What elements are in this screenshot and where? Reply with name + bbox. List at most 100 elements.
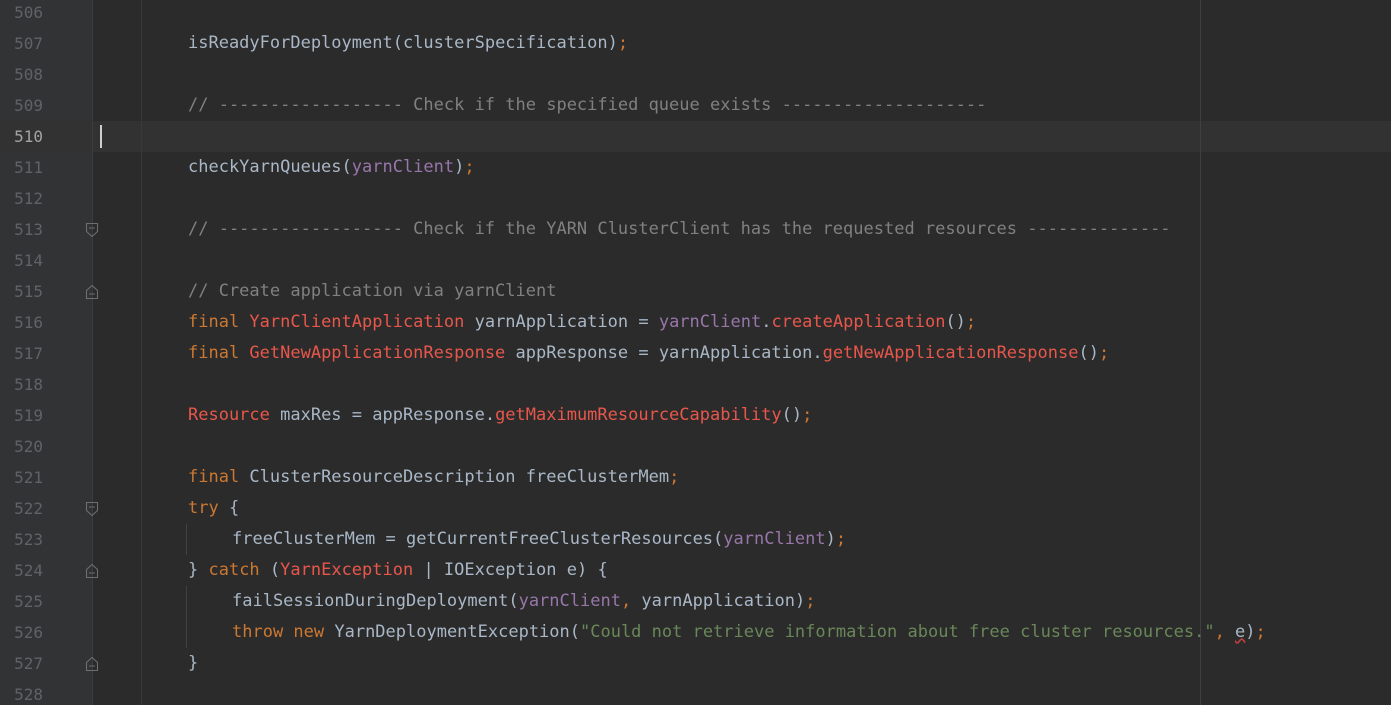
code-text[interactable]: final GetNewApplicationResponse appRespo… [188,338,1109,369]
code-token: ; [617,33,629,53]
line-number[interactable]: 528 [0,679,43,705]
code-line[interactable]: 510 [0,121,1391,152]
line-number[interactable]: 511 [0,152,43,183]
code-line[interactable]: 527} [0,648,1391,679]
line-number[interactable]: 526 [0,617,43,648]
code-line[interactable]: 517 final GetNewApplicationResponse appRe… [0,338,1391,369]
code-token: yarnApplication = [464,312,659,332]
code-token: ) [454,157,465,177]
code-line[interactable]: 526 throw new YarnDeploymentException("Co… [0,617,1391,648]
code-token: ; [1098,343,1110,363]
code-text[interactable]: freeClusterMem = getCurrentFreeClusterRe… [232,524,846,555]
fold-start-icon[interactable] [85,501,99,517]
code-line[interactable]: 508 [0,59,1391,90]
code-line[interactable]: 521 final ClusterResourceDescription free… [0,462,1391,493]
line-number[interactable]: 527 [0,648,43,679]
code-line[interactable]: 524 } catch (YarnException | IOException … [0,555,1391,586]
code-token: yarnApplication) [641,591,806,611]
code-line[interactable]: 506 [0,0,1391,28]
code-text[interactable]: failSessionDuringDeployment(yarnClient, … [232,586,815,617]
code-token: failSessionDuringDeployment( [232,591,519,611]
line-number[interactable]: 521 [0,462,43,493]
code-text[interactable]: // Create application via yarnClient [188,276,556,307]
line-number[interactable]: 506 [0,0,43,28]
code-text[interactable]: throw new YarnDeploymentException("Could… [232,617,1266,648]
code-token: | IOException e) { [413,560,608,580]
code-token: ( [341,157,352,177]
code-token: clusterSpecification [402,33,608,53]
code-line[interactable]: 519 Resource maxRes = appResponse.getMaxi… [0,400,1391,431]
line-number[interactable]: 514 [0,245,43,276]
line-number[interactable]: 508 [0,59,43,90]
code-text[interactable]: isReadyForDeployment(clusterSpecificatio… [188,28,628,59]
code-text[interactable]: // ------------------ Check if the YARN … [188,214,1171,245]
code-editor[interactable]: 506 507 isReadyForDeployment(clusterSpecif… [0,0,1391,705]
code-token: final [188,467,250,487]
code-token: . [761,312,772,332]
line-number[interactable]: 513 [0,214,43,245]
code-token: // ------------------ Check if the speci… [188,95,987,115]
line-number[interactable]: 520 [0,431,43,462]
code-line[interactable]: 511 checkYarnQueues(yarnClient); [0,152,1391,183]
code-token: YarnClientApplication [249,312,465,332]
code-token: yarnClient [518,591,621,611]
code-token: ) [607,33,618,53]
code-token: ; [464,157,475,177]
fold-start-icon[interactable] [85,222,99,238]
code-text[interactable]: Resource maxRes = appResponse.getMaximum… [188,400,812,431]
code-token: // ------------------ Check if the YARN … [188,219,1171,239]
code-token: e [1235,622,1246,642]
code-line[interactable]: 528 [0,679,1391,705]
code-token: yarnClient [351,157,455,177]
line-number[interactable]: 507 [0,28,43,59]
code-line[interactable]: 518 [0,369,1391,400]
code-text[interactable]: // ------------------ Check if the speci… [188,90,986,121]
code-line[interactable]: 522 try { [0,493,1391,524]
line-number[interactable]: 510 [0,121,43,152]
code-token: ; [835,529,847,549]
code-line[interactable]: 523 freeClusterMem = getCurrentFreeCluste… [0,524,1391,555]
line-number[interactable]: 524 [0,555,43,586]
code-line[interactable]: 512 [0,183,1391,214]
code-line[interactable]: 516 final YarnClientApplication yarnAppli… [0,307,1391,338]
code-text[interactable]: try { [188,493,239,524]
code-text[interactable]: } [188,648,198,679]
code-token: () [781,405,803,425]
line-number[interactable]: 522 [0,493,43,524]
code-line[interactable]: 525 failSessionDuringDeployment(yarnClien… [0,586,1391,617]
code-token: , [620,591,642,611]
code-token: isReadyForDeployment [188,33,393,53]
code-token: final [188,312,250,332]
code-token: checkYarnQueues [188,157,342,177]
fold-end-icon[interactable] [85,563,99,579]
line-number[interactable]: 523 [0,524,43,555]
code-text[interactable]: } catch (YarnException | IOException e) … [188,555,608,586]
code-line[interactable]: 509 // ------------------ Check if the sp… [0,90,1391,121]
code-token: ; [965,312,977,332]
line-number[interactable]: 515 [0,276,43,307]
line-number[interactable]: 509 [0,90,43,121]
text-caret [100,125,102,148]
line-number[interactable]: 516 [0,307,43,338]
code-line[interactable]: 515 // Create application via yarnClient [0,276,1391,307]
line-number[interactable]: 517 [0,338,43,369]
code-token: ( [259,560,281,580]
code-line[interactable]: 513 // ------------------ Check if the YA… [0,214,1391,245]
code-line[interactable]: 520 [0,431,1391,462]
code-line[interactable]: 507 isReadyForDeployment(clusterSpecifica… [0,28,1391,59]
line-number[interactable]: 519 [0,400,43,431]
code-text[interactable]: checkYarnQueues(yarnClient); [188,152,475,183]
code-token: getNewApplicationResponse [822,343,1079,363]
code-token: yarnClient [658,312,762,332]
code-token: () [945,312,966,332]
line-number[interactable]: 512 [0,183,43,214]
code-token: catch [208,560,260,580]
code-text[interactable]: final ClusterResourceDescription freeClu… [188,462,679,493]
fold-end-icon[interactable] [85,656,99,672]
fold-end-icon[interactable] [85,284,99,300]
line-number[interactable]: 518 [0,369,43,400]
code-text[interactable]: final YarnClientApplication yarnApplicat… [188,307,976,338]
code-line[interactable]: 514 [0,245,1391,276]
line-number[interactable]: 525 [0,586,43,617]
code-token: , [1214,622,1236,642]
